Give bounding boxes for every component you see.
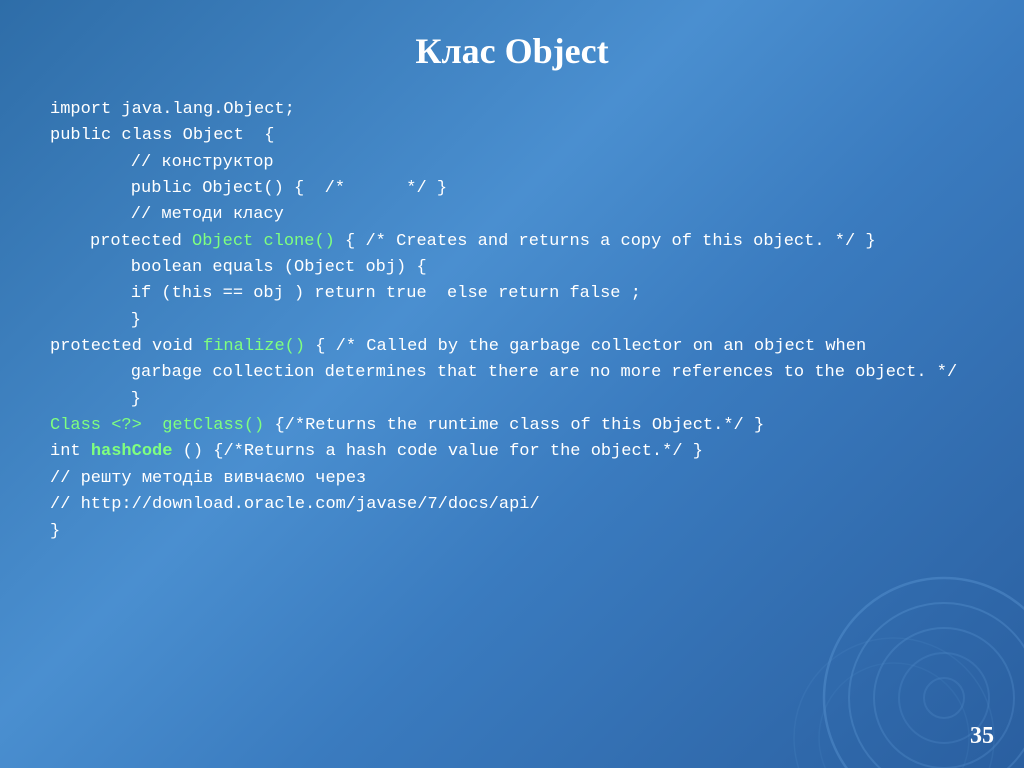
code-line-5: // методи класу <box>50 202 974 228</box>
code-line-2: public class Object { <box>50 123 974 149</box>
code-line-finalize2: garbage collection determines that there… <box>50 360 974 386</box>
code-line-hashcode: int hashCode () {/*Returns a hash code v… <box>50 439 974 465</box>
hashcode-highlight: hashCode <box>91 442 173 461</box>
code-line-comment1: // решту методів вивчаємо через <box>50 466 974 492</box>
code-line-comment2: // http://download.oracle.com/javase/7/d… <box>50 492 974 518</box>
code-line-equals: boolean equals (Object obj) { <box>50 255 974 281</box>
code-line-if: if (this == obj ) return true else retur… <box>50 281 974 307</box>
code-block: import java.lang.Object; public class Ob… <box>50 97 974 545</box>
code-line-finalize1: protected void finalize() { /* Called by… <box>50 334 974 360</box>
code-line-closefinal: } <box>50 519 974 545</box>
getclass-highlight: Class <?> <box>50 416 142 435</box>
code-line-close2: } <box>50 387 974 413</box>
getclass-method-highlight: getClass() <box>162 416 264 435</box>
page-number: 35 <box>970 723 994 750</box>
code-line-1: import java.lang.Object; <box>50 97 974 123</box>
code-line-3: // конструктор <box>50 150 974 176</box>
code-line-getclass: Class <?> getClass() {/*Returns the runt… <box>50 413 974 439</box>
clone-highlight: Object clone() <box>192 232 335 251</box>
slide-title: Клас Object <box>50 30 974 72</box>
code-line-clone: protected Object clone() { /* Creates an… <box>50 229 974 255</box>
slide: Клас Object import java.lang.Object; pub… <box>0 0 1024 768</box>
code-line-4: public Object() { /* */ } <box>50 176 974 202</box>
finalize-highlight: finalize() <box>203 337 305 356</box>
code-line-close1: } <box>50 308 974 334</box>
